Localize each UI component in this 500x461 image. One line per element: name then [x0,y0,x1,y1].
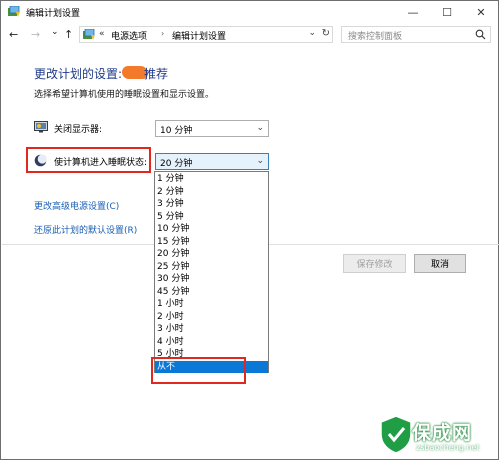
breadcrumb-separator-icon[interactable]: › [161,29,164,38]
never-highlight-box [151,357,246,384]
watermark-url: zsbaocheng.net [416,443,480,452]
back-arrow-icon[interactable]: ← [9,28,18,41]
minimize-button[interactable]: — [396,1,430,23]
breadcrumb-power-options[interactable]: 电源选项 [111,29,147,42]
search-icon[interactable] [475,29,486,43]
sleep-value: 20 分钟 [160,159,193,169]
address-overflow-icon[interactable]: « [99,29,105,39]
dropdown-option[interactable]: 2 分钟 [155,186,268,199]
display-off-value: 10 分钟 [160,126,193,136]
page-heading: 更改计划的设置: [34,67,123,81]
display-off-label: 关闭显示器: [54,125,103,135]
page-subtitle: 选择希望计算机使用的睡眠设置和显示设置。 [34,90,215,100]
address-bar[interactable]: « 电源选项 › 编辑计划设置 ⌄ ↻ [79,26,333,43]
dropdown-option[interactable]: 5 分钟 [155,211,268,224]
maximize-button[interactable]: ☐ [430,1,464,23]
dropdown-option[interactable]: 1 分钟 [155,173,268,186]
advanced-settings-link[interactable]: 更改高级电源设置(C) [34,199,119,212]
dropdown-option[interactable]: 15 分钟 [155,236,268,249]
dropdown-option[interactable]: 45 分钟 [155,286,268,299]
title-bar: 编辑计划设置 — ☐ ✕ [1,1,498,23]
search-box[interactable]: 搜索控制面板 [341,26,491,43]
control-panel-icon [83,28,96,44]
search-placeholder: 搜索控制面板 [348,32,403,42]
dropdown-option[interactable]: 1 小时 [155,298,268,311]
window-title: 编辑计划设置 [26,9,81,19]
dropdown-option[interactable]: 25 分钟 [155,261,268,274]
dropdown-option[interactable]: 20 分钟 [155,248,268,261]
display-off-select[interactable]: 10 分钟 ⌄ [155,120,269,137]
plan-name: 推荐 [144,67,169,81]
breadcrumb-edit-plan[interactable]: 编辑计划设置 [172,29,226,42]
cancel-button[interactable]: 取消 [414,254,466,273]
recent-locations-chevron-icon[interactable]: ⌄ [51,27,59,37]
dropdown-option[interactable]: 4 小时 [155,336,268,349]
sleep-dropdown-list[interactable]: 1 分钟 2 分钟 3 分钟 5 分钟 10 分钟 15 分钟 20 分钟 25… [154,171,269,373]
dropdown-option[interactable]: 3 小时 [155,323,268,336]
up-arrow-icon[interactable]: ↑ [64,28,73,41]
dropdown-option[interactable]: 10 分钟 [155,223,268,236]
monitor-icon [34,121,48,136]
dropdown-option[interactable]: 3 分钟 [155,198,268,211]
forward-arrow-icon[interactable]: → [31,28,40,41]
dropdown-option[interactable]: 30 分钟 [155,273,268,286]
save-changes-button[interactable]: 保存修改 [343,254,406,273]
watermark-logo [378,414,414,457]
address-dropdown-icon[interactable]: ⌄ [308,28,316,38]
dropdown-option[interactable]: 2 小时 [155,311,268,324]
chevron-down-icon: ⌄ [256,123,264,133]
watermark-text: 保成网 [412,422,473,444]
restore-defaults-link[interactable]: 还原此计划的默认设置(R) [34,223,137,236]
navigation-bar: ← → ⌄ ↑ « 电源选项 › 编辑计划设置 ⌄ ↻ 搜索控制面板 [1,23,498,47]
close-button[interactable]: ✕ [464,1,498,23]
chevron-down-icon: ⌄ [256,156,264,166]
sleep-select[interactable]: 20 分钟 ⌄ [155,153,269,170]
sleep-highlight-box [26,147,151,173]
refresh-icon[interactable]: ↻ [322,28,330,39]
power-options-app-icon [8,5,21,21]
